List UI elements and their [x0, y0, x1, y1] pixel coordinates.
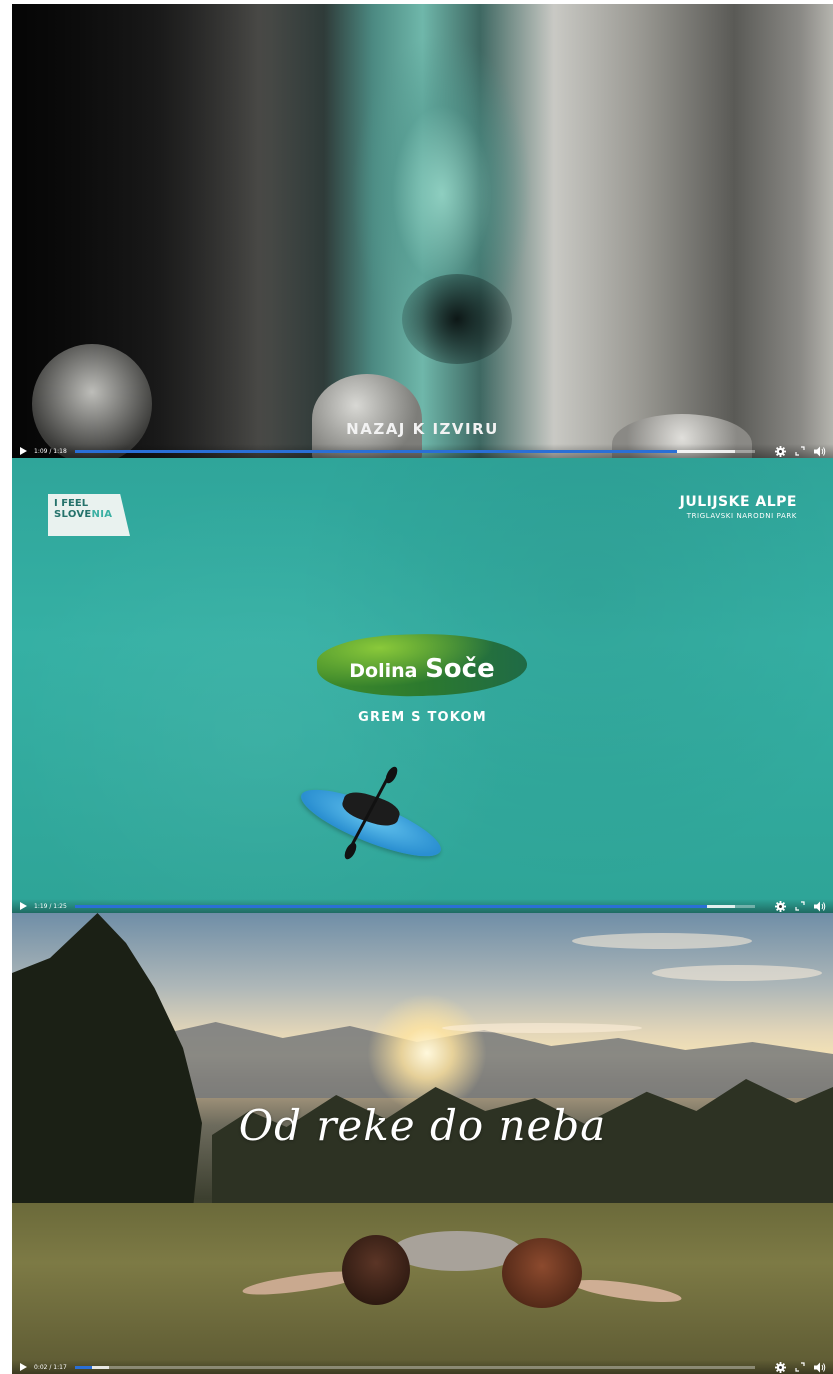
- video-stack: NAZAJ K IZVIRU 1:09 / 1:18 I FEEL SLOVEN…: [0, 0, 833, 1374]
- i-feel-slovenia-logo: I FEEL SLOVENIA: [48, 494, 130, 536]
- time-display: 0:02 / 1:17: [34, 1363, 67, 1371]
- volume-icon: [814, 901, 826, 911]
- video-frame-cave: NAZAJ K IZVIRU: [12, 4, 833, 458]
- time-display: 1:19 / 1:25: [34, 902, 67, 910]
- video-controls: 0:02 / 1:17: [12, 1360, 833, 1374]
- video-player-1[interactable]: NAZAJ K IZVIRU 1:09 / 1:18: [12, 4, 833, 458]
- rock: [32, 344, 152, 458]
- play-icon: [19, 447, 27, 455]
- logo-line-2a: SLOVE: [54, 509, 92, 520]
- logo-title: JULIJSKE ALPE: [679, 494, 797, 510]
- fullscreen-icon: [795, 901, 805, 911]
- video-player-2[interactable]: I FEEL SLOVENIA JULIJSKE ALPE TRIGLAVSKI…: [12, 458, 833, 913]
- brand-word-1: Dolina: [349, 660, 418, 682]
- volume-icon: [814, 446, 826, 456]
- gear-icon: [774, 1361, 786, 1373]
- time-display: 1:09 / 1:18: [34, 447, 67, 455]
- cave-opening: [402, 274, 512, 364]
- video-controls: 1:09 / 1:18: [12, 444, 833, 458]
- person-head: [342, 1235, 410, 1305]
- kayak: [294, 777, 448, 869]
- volume-icon: [814, 1362, 826, 1372]
- video-caption: Od reke do neba: [238, 1101, 607, 1150]
- logo-line-2b: NIA: [91, 509, 113, 520]
- played-fill: [74, 449, 677, 453]
- cloud: [652, 965, 822, 981]
- julijske-alpe-logo: JULIJSKE ALPE TRIGLAVSKI NARODNI PARK: [680, 494, 797, 520]
- meadow: [12, 1203, 833, 1374]
- play-button[interactable]: [18, 446, 28, 456]
- video-controls: 1:19 / 1:25: [12, 899, 833, 913]
- played-fill: [74, 904, 707, 908]
- logo-subtitle: TRIGLAVSKI NARODNI PARK: [686, 512, 797, 520]
- gear-icon: [774, 445, 786, 457]
- settings-button[interactable]: [773, 900, 787, 912]
- tree: [12, 913, 202, 1213]
- video-frame-river: I FEEL SLOVENIA JULIJSKE ALPE TRIGLAVSKI…: [12, 458, 833, 913]
- brand-word-2: Soče: [425, 654, 495, 684]
- play-button[interactable]: [18, 901, 28, 911]
- play-icon: [19, 902, 27, 910]
- volume-button[interactable]: [813, 900, 827, 912]
- volume-button[interactable]: [813, 1361, 827, 1373]
- logo-line-1: I FEEL: [54, 498, 89, 509]
- fullscreen-icon: [795, 446, 805, 456]
- volume-button[interactable]: [813, 445, 827, 457]
- gear-icon: [774, 900, 786, 912]
- fullscreen-button[interactable]: [793, 445, 807, 457]
- person-head: [502, 1238, 582, 1308]
- dolina-soce-logo: Dolina Soče: [322, 654, 522, 684]
- video-caption: NAZAJ K IZVIRU: [346, 420, 499, 438]
- progress-bar[interactable]: [74, 1365, 755, 1369]
- cloud: [442, 1023, 642, 1033]
- video-caption: GREM S TOKOM: [358, 710, 487, 725]
- played-fill: [74, 1365, 93, 1369]
- progress-bar[interactable]: [74, 449, 755, 453]
- cloud: [572, 933, 752, 949]
- progress-bar[interactable]: [74, 904, 755, 908]
- settings-button[interactable]: [773, 445, 787, 457]
- fullscreen-icon: [795, 1362, 805, 1372]
- paddle-blade: [383, 764, 400, 786]
- logo-line-2: SLOVENIA: [54, 509, 124, 520]
- fullscreen-button[interactable]: [793, 900, 807, 912]
- play-icon: [19, 1363, 27, 1371]
- paddle-blade: [342, 840, 359, 862]
- video-player-3[interactable]: Od reke do neba 0:02 / 1:17: [12, 913, 833, 1374]
- video-frame-meadow: Od reke do neba: [12, 913, 833, 1374]
- fullscreen-button[interactable]: [793, 1361, 807, 1373]
- settings-button[interactable]: [773, 1361, 787, 1373]
- play-button[interactable]: [18, 1362, 28, 1372]
